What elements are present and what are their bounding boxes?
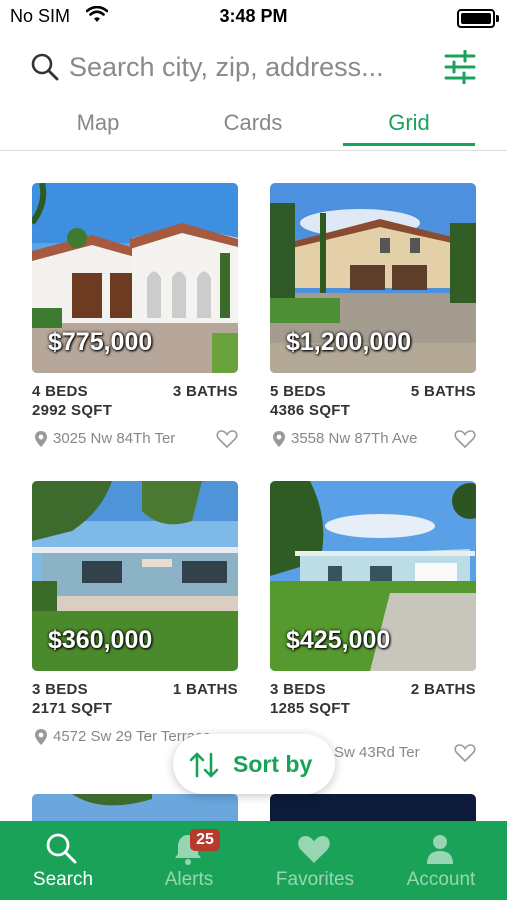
tab-map[interactable]: Map	[48, 110, 148, 150]
sort-by-label: Sort by	[233, 751, 313, 777]
active-tab-indicator	[343, 143, 475, 146]
listing-beds: 3 BEDS	[270, 681, 326, 698]
listing-photo-partial[interactable]	[270, 794, 476, 821]
location-pin-icon	[35, 431, 47, 447]
alerts-count-badge: 25	[190, 829, 220, 851]
listing-address: Sw 43Rd Ter	[334, 744, 420, 761]
listing-address: 3558 Nw 87Th Ave	[291, 430, 418, 447]
listing-photo-partial[interactable]	[32, 794, 238, 821]
listing-photo[interactable]: $425,000	[270, 481, 476, 671]
search-icon	[46, 833, 77, 864]
nav-search[interactable]: Search	[0, 821, 126, 900]
location-pin-icon	[35, 729, 47, 745]
favorite-heart-icon[interactable]	[454, 429, 476, 449]
heart-icon	[298, 836, 330, 863]
listing-sqft: 2992 SQFT	[32, 402, 113, 419]
filter-icon[interactable]	[444, 50, 476, 84]
listing-baths: 1 BATHS	[172, 681, 238, 698]
listing-price: $425,000	[286, 626, 391, 654]
clock-time: 3:48 PM	[219, 6, 288, 26]
search-input[interactable]: Search city, zip, address...	[69, 52, 384, 83]
nav-account[interactable]: Account	[378, 821, 504, 900]
listing-address: 3025 Nw 84Th Ter	[53, 430, 176, 447]
listing-card[interactable]: $775,000 4 BEDS 3 BATHS 2992 SQFT 3025 N…	[32, 183, 238, 453]
person-icon	[427, 835, 453, 864]
nav-alerts-label: Alerts	[164, 869, 214, 890]
listing-baths: 5 BATHS	[410, 383, 476, 400]
sort-by-button[interactable]: Sort by	[173, 734, 335, 794]
listing-price: $1,200,000	[286, 328, 412, 356]
status-bar: No SIM 3:48 PM	[0, 0, 507, 34]
listing-price: $360,000	[48, 626, 153, 654]
listing-sqft: 4386 SQFT	[270, 402, 351, 419]
listing-beds: 5 BEDS	[270, 383, 326, 400]
listing-price: $775,000	[48, 328, 153, 356]
listing-sqft: 2171 SQFT	[32, 700, 113, 717]
listing-photo[interactable]: $775,000	[32, 183, 238, 373]
listing-baths: 2 BATHS	[410, 681, 476, 698]
sort-arrows-icon	[189, 752, 219, 778]
battery-icon	[457, 9, 499, 28]
listing-photo[interactable]: $1,200,000	[270, 183, 476, 373]
listing-card[interactable]: $1,200,000 5 BEDS 5 BATHS 4386 SQFT 3558…	[270, 183, 476, 453]
search-icon	[31, 53, 59, 81]
nav-favorites-label: Favorites	[275, 869, 355, 890]
nav-account-label: Account	[406, 869, 476, 890]
listing-baths: 3 BATHS	[172, 383, 238, 400]
listing-beds: 4 BEDS	[32, 383, 88, 400]
bottom-nav: Search Alerts Favorites Account	[0, 821, 507, 900]
listing-beds: 3 BEDS	[32, 681, 88, 698]
favorite-heart-icon[interactable]	[216, 429, 238, 449]
tab-cards[interactable]: Cards	[203, 110, 303, 150]
nav-favorites[interactable]: Favorites	[252, 821, 378, 900]
location-pin-icon	[273, 431, 285, 447]
nav-alerts[interactable]: Alerts	[126, 821, 252, 900]
nav-search-label: Search	[32, 869, 94, 890]
listing-sqft: 1285 SQFT	[270, 700, 351, 717]
favorite-heart-icon[interactable]	[454, 743, 476, 763]
listing-photo[interactable]: $360,000	[32, 481, 238, 671]
search-bar[interactable]: Search city, zip, address...	[30, 48, 430, 88]
